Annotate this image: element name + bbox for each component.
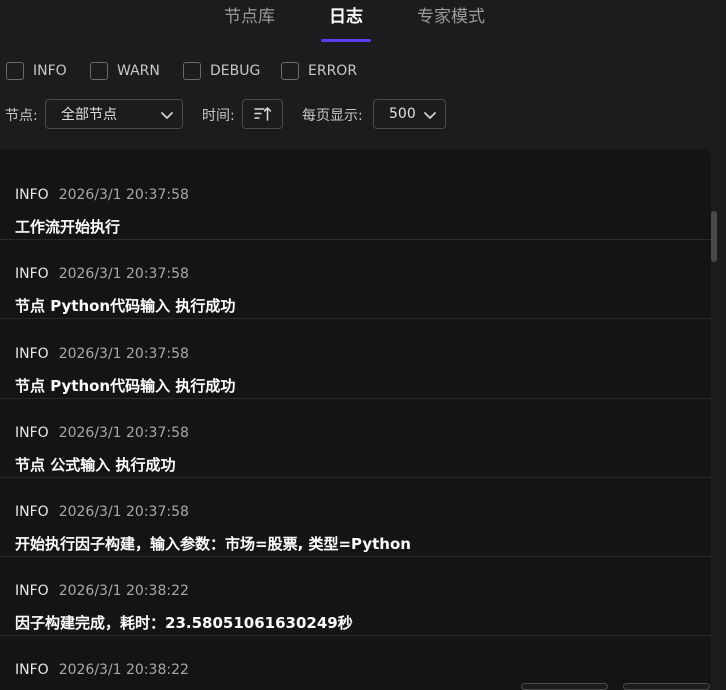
- log-filters: INFO WARN DEBUG ERROR 节点: 全部节点 时间: 每页显示:…: [0, 42, 726, 150]
- tab-node-library[interactable]: 节点库: [224, 6, 275, 28]
- checkbox-label: DEBUG: [210, 63, 261, 79]
- log-meta: INFO 2026/3/1 20:38:22: [15, 583, 189, 599]
- time-sort-button[interactable]: [242, 99, 283, 129]
- log-message: 工作流开始执行: [15, 218, 121, 236]
- checkbox-box[interactable]: [6, 62, 24, 80]
- log-time: 2026/3/1 20:38:22: [58, 662, 189, 678]
- log-message: 节点 Python代码输入 执行成功: [15, 377, 236, 395]
- log-message: 节点 公式输入 执行成功: [15, 456, 176, 474]
- log-level: INFO: [15, 187, 49, 203]
- node-filter-label: 节点:: [5, 108, 38, 124]
- checkbox-label: ERROR: [308, 63, 358, 79]
- log-list[interactable]: INFO 2026/3/1 20:37:58 工作流开始执行 INFO 2026/3…: [0, 149, 711, 690]
- log-meta: INFO 2026/3/1 20:37:58: [15, 346, 189, 362]
- log-entry: INFO 2026/3/1 20:37:58 开始执行因子构建，输入参数：市场=股…: [0, 477, 711, 557]
- log-level: INFO: [15, 504, 49, 520]
- page-size-label: 每页显示:: [302, 108, 363, 124]
- log-entry: INFO 2026/3/1 20:37:58 节点 公式输入 执行成功: [0, 398, 711, 478]
- tab-bar: 节点库 日志 专家模式: [0, 0, 726, 43]
- log-meta: INFO 2026/3/1 20:37:58: [15, 187, 189, 203]
- log-level: INFO: [15, 662, 49, 678]
- error-filter-checkbox[interactable]: ERROR: [281, 61, 357, 81]
- log-entry: INFO 2026/3/1 20:37:58 工作流开始执行: [0, 160, 711, 240]
- chevron-down-icon: [424, 112, 436, 119]
- log-time: 2026/3/1 20:38:22: [58, 583, 189, 599]
- log-meta: INFO 2026/3/1 20:37:58: [15, 504, 189, 520]
- log-time: 2026/3/1 20:37:58: [58, 425, 189, 441]
- log-message: 节点 Python代码输入 执行成功: [15, 297, 236, 315]
- log-time: 2026/3/1 20:37:58: [58, 187, 189, 203]
- log-entry: INFO 2026/3/1 20:38:22: [0, 635, 711, 690]
- info-filter-checkbox[interactable]: INFO: [6, 61, 67, 81]
- log-message: 因子构建完成，耗时：23.58051061630249秒: [15, 614, 353, 632]
- log-level: INFO: [15, 583, 49, 599]
- log-meta: INFO 2026/3/1 20:37:58: [15, 425, 189, 441]
- checkbox-box[interactable]: [183, 62, 201, 80]
- node-select[interactable]: 全部节点: [45, 99, 183, 129]
- log-entry: INFO 2026/3/1 20:37:58 节点 Python代码输入 执行成功: [0, 319, 711, 399]
- bottom-button-right[interactable]: [623, 683, 710, 690]
- checkbox-label: WARN: [117, 63, 160, 79]
- page-size-select[interactable]: 500: [373, 99, 446, 129]
- log-time: 2026/3/1 20:37:58: [58, 266, 189, 282]
- checkbox-box[interactable]: [90, 62, 108, 80]
- log-level: INFO: [15, 346, 49, 362]
- log-time: 2026/3/1 20:37:58: [58, 346, 189, 362]
- log-message: 开始执行因子构建，输入参数：市场=股票, 类型=Python: [15, 535, 411, 553]
- scrollbar-thumb[interactable]: [711, 211, 717, 262]
- sort-ascending-icon: [254, 107, 272, 121]
- log-level: INFO: [15, 266, 49, 282]
- log-entry: INFO 2026/3/1 20:38:22 因子构建完成，耗时：23.58051…: [0, 556, 711, 636]
- tab-logs[interactable]: 日志: [329, 6, 363, 28]
- chevron-down-icon: [161, 112, 173, 119]
- warn-filter-checkbox[interactable]: WARN: [90, 61, 160, 81]
- checkbox-box[interactable]: [281, 62, 299, 80]
- page-size-value: 500: [389, 106, 416, 122]
- checkbox-label: INFO: [33, 63, 67, 79]
- log-time: 2026/3/1 20:37:58: [58, 504, 189, 520]
- debug-filter-checkbox[interactable]: DEBUG: [183, 61, 260, 81]
- time-sort-label: 时间:: [202, 108, 235, 124]
- bottom-button-left[interactable]: [521, 683, 608, 690]
- tab-expert-mode[interactable]: 专家模式: [417, 6, 485, 28]
- log-level: INFO: [15, 425, 49, 441]
- log-meta: INFO 2026/3/1 20:38:22: [15, 662, 189, 678]
- log-meta: INFO 2026/3/1 20:37:58: [15, 266, 189, 282]
- node-select-value: 全部节点: [61, 107, 117, 123]
- log-entry: INFO 2026/3/1 20:37:58 节点 Python代码输入 执行成功: [0, 239, 711, 319]
